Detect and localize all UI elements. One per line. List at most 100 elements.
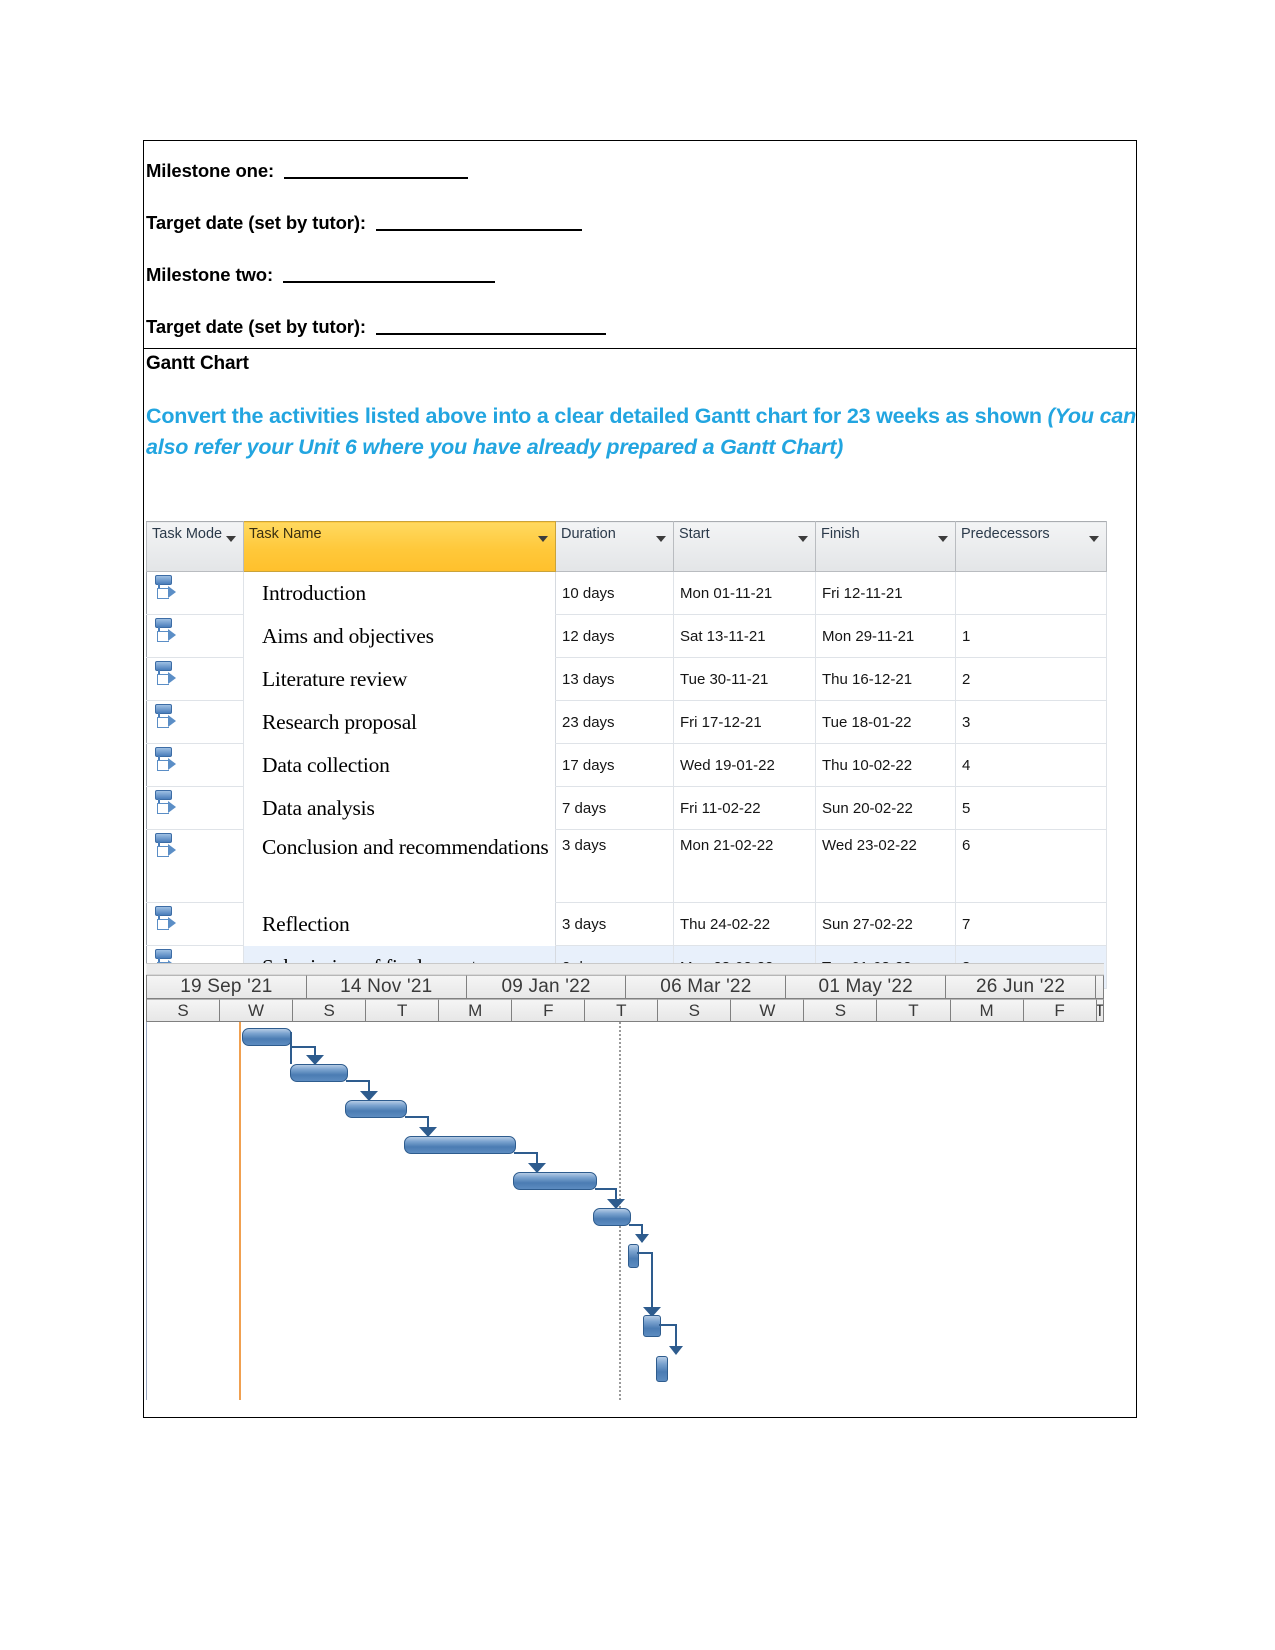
task-duration-cell[interactable]: 23 days [555, 700, 674, 744]
task-mode-cell[interactable] [146, 786, 244, 830]
milestone-one-blank[interactable] [284, 164, 469, 179]
chevron-down-icon[interactable] [1089, 536, 1099, 542]
task-duration-cell[interactable]: 3 days [555, 902, 674, 946]
target-date-two-blank[interactable] [376, 320, 606, 335]
chevron-down-icon[interactable] [798, 536, 808, 542]
chevron-down-icon[interactable] [538, 536, 548, 542]
gantt-bar-data-analysis[interactable] [593, 1208, 631, 1226]
task-duration-cell[interactable]: 17 days [555, 743, 674, 787]
task-name-cell[interactable]: Introduction [244, 572, 556, 615]
gantt-bar-aims-and-objectives[interactable] [290, 1064, 348, 1082]
gantt-bar-introduction[interactable] [242, 1028, 292, 1046]
document-page: Milestone one: Target date (set by tutor… [143, 140, 1137, 1418]
task-start-cell[interactable]: Thu 24-02-22 [673, 902, 816, 946]
task-start-cell[interactable]: Mon 21-02-22 [673, 829, 816, 903]
task-start-cell[interactable]: Mon 01-11-21 [673, 571, 816, 615]
timeline-day-cell: S [658, 999, 732, 1022]
column-header-start[interactable]: Start [673, 521, 816, 572]
link-line [290, 1032, 292, 1064]
timeline-month-cell: 09 Jan '22 [466, 975, 627, 999]
task-finish-cell[interactable]: Wed 23-02-22 [815, 829, 956, 903]
task-finish-cell[interactable]: Thu 16-12-21 [815, 657, 956, 701]
task-mode-cell[interactable] [146, 902, 244, 946]
table-row[interactable]: Introduction 10 days Mon 01-11-21 Fri 12… [146, 571, 1107, 615]
auto-schedule-icon [153, 832, 176, 858]
task-start-cell[interactable]: Sat 13-11-21 [673, 614, 816, 658]
gantt-bar-reflection[interactable] [643, 1315, 661, 1337]
timeline-day-cell: T [585, 999, 659, 1022]
timeline-day-cell: T [877, 999, 951, 1022]
task-name-cell[interactable]: Conclusion and recommendations [244, 830, 556, 903]
table-header-row: Task Mode Task Name Duration Start Finis… [146, 521, 1107, 572]
timeline-day-cell: W [220, 999, 294, 1022]
column-header-predecessors-label: Predecessors [961, 526, 1050, 542]
task-finish-cell[interactable]: Sun 27-02-22 [815, 902, 956, 946]
gantt-bar-data-collection[interactable] [513, 1172, 597, 1190]
chevron-down-icon[interactable] [656, 536, 666, 542]
table-row[interactable]: Conclusion and recommendations 3 days Mo… [146, 829, 1107, 903]
task-predecessors-cell[interactable]: 6 [955, 829, 1107, 903]
task-mode-cell[interactable] [146, 743, 244, 787]
task-mode-cell[interactable] [146, 700, 244, 744]
table-row[interactable]: Research proposal 23 days Fri 17-12-21 T… [146, 700, 1107, 744]
task-predecessors-cell[interactable]: 1 [955, 614, 1107, 658]
task-mode-cell[interactable] [146, 614, 244, 658]
task-predecessors-cell[interactable]: 5 [955, 786, 1107, 830]
milestone-two-blank[interactable] [283, 268, 496, 283]
task-mode-cell[interactable] [146, 571, 244, 615]
chevron-down-icon[interactable] [226, 536, 236, 542]
task-predecessors-cell[interactable]: 2 [955, 657, 1107, 701]
task-mode-cell[interactable] [146, 657, 244, 701]
table-row[interactable]: Data analysis 7 days Fri 11-02-22 Sun 20… [146, 786, 1107, 830]
task-start-cell[interactable]: Fri 11-02-22 [673, 786, 816, 830]
table-row[interactable]: Literature review 13 days Tue 30-11-21 T… [146, 657, 1107, 701]
table-row[interactable]: Reflection 3 days Thu 24-02-22 Sun 27-02… [146, 902, 1107, 946]
task-duration-cell[interactable]: 13 days [555, 657, 674, 701]
task-name-cell[interactable]: Literature review [244, 658, 556, 701]
task-name-cell[interactable]: Reflection [244, 903, 556, 946]
instruction-text-normal: Convert the activities listed above into… [146, 404, 1048, 428]
task-duration-cell[interactable]: 10 days [555, 571, 674, 615]
task-name-cell[interactable]: Data analysis [244, 787, 556, 830]
target-date-one-blank[interactable] [376, 216, 582, 231]
task-predecessors-cell[interactable] [955, 571, 1107, 615]
task-name-cell[interactable]: Data collection [244, 744, 556, 787]
task-start-cell[interactable]: Fri 17-12-21 [673, 700, 816, 744]
task-predecessors-cell[interactable]: 7 [955, 902, 1107, 946]
gantt-bar-submission-of-final-report[interactable] [656, 1356, 668, 1382]
link-arrow-icon [669, 1346, 683, 1355]
gantt-bar-literature-review[interactable] [345, 1100, 407, 1118]
gantt-bar-conclusion-and-recommendations[interactable] [628, 1244, 639, 1268]
timeline-day-cell-partial: T [1096, 999, 1104, 1022]
table-row[interactable]: Aims and objectives 12 days Sat 13-11-21… [146, 614, 1107, 658]
gantt-chart: 19 Sep '21 14 Nov '21 09 Jan '22 06 Mar … [146, 963, 1104, 1403]
task-name-cell[interactable]: Aims and objectives [244, 615, 556, 658]
milestone-one-row: Milestone one: [146, 145, 1136, 197]
gantt-bar-research-proposal[interactable] [404, 1136, 516, 1154]
task-duration-cell[interactable]: 12 days [555, 614, 674, 658]
task-finish-cell[interactable]: Sun 20-02-22 [815, 786, 956, 830]
chevron-down-icon[interactable] [938, 536, 948, 542]
task-duration-cell[interactable]: 7 days [555, 786, 674, 830]
column-header-task-mode[interactable]: Task Mode [146, 521, 244, 572]
column-header-start-label: Start [679, 526, 710, 542]
gantt-chart-heading: Gantt Chart [146, 353, 249, 374]
task-finish-cell[interactable]: Fri 12-11-21 [815, 571, 956, 615]
task-start-cell[interactable]: Tue 30-11-21 [673, 657, 816, 701]
column-header-duration[interactable]: Duration [555, 521, 674, 572]
column-header-task-name[interactable]: Task Name [243, 521, 556, 572]
table-row[interactable]: Data collection 17 days Wed 19-01-22 Thu… [146, 743, 1107, 787]
task-finish-cell[interactable]: Tue 18-01-22 [815, 700, 956, 744]
task-predecessors-cell[interactable]: 4 [955, 743, 1107, 787]
column-header-predecessors[interactable]: Predecessors [955, 521, 1107, 572]
link-line [405, 1116, 429, 1118]
task-duration-cell[interactable]: 3 days [555, 829, 674, 903]
task-name-cell[interactable]: Research proposal [244, 701, 556, 744]
task-finish-cell[interactable]: Thu 10-02-22 [815, 743, 956, 787]
task-start-cell[interactable]: Wed 19-01-22 [673, 743, 816, 787]
task-mode-cell[interactable] [146, 829, 244, 903]
column-header-finish[interactable]: Finish [815, 521, 956, 572]
timeline-month-cell: 01 May '22 [786, 975, 947, 999]
task-predecessors-cell[interactable]: 3 [955, 700, 1107, 744]
task-finish-cell[interactable]: Mon 29-11-21 [815, 614, 956, 658]
